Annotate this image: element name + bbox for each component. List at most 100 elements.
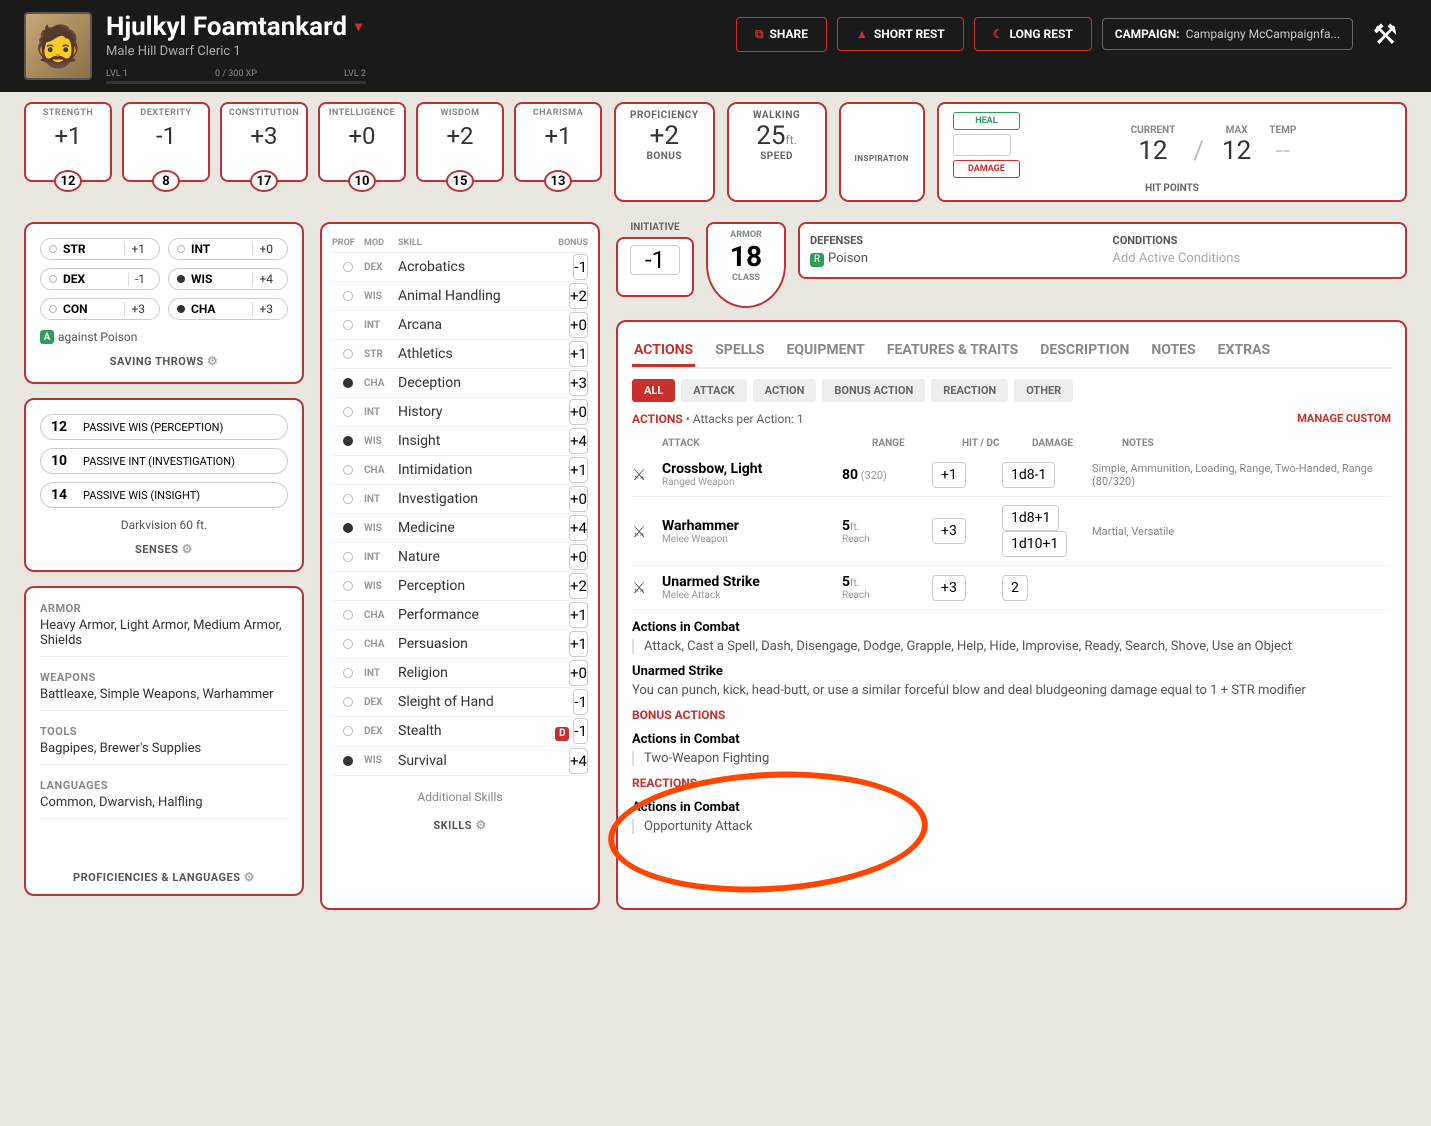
save-wis[interactable]: WIS+4 [168, 268, 288, 290]
proficiencies-panel: ARMORHeavy Armor, Light Armor, Medium Ar… [24, 586, 304, 896]
save-str[interactable]: STR+1 [40, 238, 160, 260]
moon-icon: ☾ [993, 27, 1004, 41]
main-panel: ACTIONS SPELLS EQUIPMENT FEATURES & TRAITS D… [616, 320, 1407, 910]
character-avatar[interactable]: 🧔 [24, 12, 92, 80]
ability-strength[interactable]: STRENGTH+112 [24, 102, 112, 182]
tab-description[interactable]: DESCRIPTION [1038, 336, 1131, 367]
weapon-icon: ⚔ [632, 465, 662, 484]
attack-row[interactable]: ⚔WarhammerMelee Weapon5ft.Reach+31d8+1 1… [632, 497, 1391, 566]
tab-notes[interactable]: NOTES [1149, 336, 1197, 367]
speed-box[interactable]: WALKING 25ft. SPEED [727, 102, 827, 202]
hp-input[interactable] [953, 134, 1011, 156]
tab-actions[interactable]: ACTIONS [632, 336, 695, 367]
ability-wisdom[interactable]: WISDOM+215 [416, 102, 504, 182]
hp-temp[interactable]: -- [1269, 136, 1296, 166]
subtab-all[interactable]: ALL [632, 379, 675, 402]
skill-investigation[interactable]: INTInvestigation+0 [332, 485, 588, 514]
short-rest-button[interactable]: ▲SHORT REST [837, 17, 964, 51]
defense-poison[interactable]: RPoison [810, 251, 1093, 267]
skill-survival[interactable]: WISSurvival+4 [332, 747, 588, 776]
long-rest-button[interactable]: ☾LONG REST [974, 17, 1092, 51]
reaction-opportunity[interactable]: Opportunity Attack [632, 819, 1391, 834]
subtab-bonus-action[interactable]: BONUS ACTION [822, 379, 925, 402]
prof-weapons: WEAPONSBattleaxe, Simple Weapons, Warham… [40, 671, 288, 711]
tab-extras[interactable]: EXTRAS [1216, 336, 1272, 367]
hit-button[interactable]: +3 [932, 518, 966, 544]
tab-features-traits[interactable]: FEATURES & TRAITS [885, 336, 1020, 367]
senses-panel: 12PASSIVE WIS (PERCEPTION) 10PASSIVE INT … [24, 398, 304, 572]
attack-row[interactable]: ⚔Crossbow, LightRanged Weapon80 (320)+11… [632, 453, 1391, 497]
ability-constitution[interactable]: CONSTITUTION+317 [220, 102, 308, 182]
tab-equipment[interactable]: EQUIPMENT [784, 336, 866, 367]
hp-current[interactable]: 12 [1131, 136, 1176, 166]
skill-medicine[interactable]: WISMedicine+4 [332, 514, 588, 543]
gear-icon[interactable]: ⚙ [207, 354, 218, 368]
gear-icon[interactable]: ⚙ [244, 870, 255, 884]
skill-athletics[interactable]: STRAthletics+1 [332, 340, 588, 369]
ability-intelligence[interactable]: INTELLIGENCE+010 [318, 102, 406, 182]
disadvantage-icon: D [555, 727, 569, 741]
chevron-down-icon[interactable]: ▾ [355, 19, 362, 35]
skill-insight[interactable]: WISInsight+4 [332, 427, 588, 456]
save-dex[interactable]: DEX-1 [40, 268, 160, 290]
manage-custom[interactable]: MANAGE CUSTOM [1297, 412, 1391, 425]
skill-acrobatics[interactable]: DEXAcrobatics-1 [332, 253, 588, 282]
prof-tools: TOOLSBagpipes, Brewer's Supplies [40, 725, 288, 765]
share-button[interactable]: ⧉SHARE [736, 17, 827, 52]
ability-charisma[interactable]: CHARISMA+113 [514, 102, 602, 182]
sense-row: 12PASSIVE WIS (PERCEPTION) [40, 414, 288, 440]
skill-nature[interactable]: INTNature+0 [332, 543, 588, 572]
weapon-icon: ⚔ [632, 578, 662, 597]
anvil-icon[interactable]: ⚒ [1363, 12, 1407, 56]
add-conditions[interactable]: Add Active Conditions [1113, 251, 1396, 266]
armor-class[interactable]: ARMOR 18 CLASS [706, 222, 786, 308]
header-bar: 🧔 Hjulkyl Foamtankard▾ Male Hill Dwarf C… [0, 0, 1431, 92]
ability-dexterity[interactable]: DEXTERITY-18 [122, 102, 210, 182]
tab-spells[interactable]: SPELLS [713, 336, 766, 367]
skill-history[interactable]: INTHistory+0 [332, 398, 588, 427]
gear-icon[interactable]: ⚙ [475, 818, 486, 832]
character-name[interactable]: Hjulkyl Foamtankard▾ [106, 12, 362, 42]
share-icon: ⧉ [755, 27, 764, 42]
heal-button[interactable]: HEAL [953, 112, 1020, 130]
save-con[interactable]: CON+3 [40, 298, 160, 320]
subtab-other[interactable]: OTHER [1014, 379, 1073, 402]
damage-button[interactable]: DAMAGE [953, 160, 1020, 178]
skill-religion[interactable]: INTReligion+0 [332, 659, 588, 688]
skill-persuasion[interactable]: CHAPersuasion+1 [332, 630, 588, 659]
inspiration-box[interactable]: INSPIRATION [839, 102, 925, 202]
hit-button[interactable]: +3 [932, 575, 966, 601]
campaign-selector[interactable]: CAMPAIGN:Campaigny McCampaignfa... [1102, 18, 1353, 50]
subtab-reaction[interactable]: REACTION [931, 379, 1008, 402]
prof-armor: ARMORHeavy Armor, Light Armor, Medium Ar… [40, 602, 288, 657]
skill-deception[interactable]: CHADeception+3 [332, 369, 588, 398]
skill-perception[interactable]: WISPerception+2 [332, 572, 588, 601]
bonus-action-twf[interactable]: Two-Weapon Fighting [632, 751, 1391, 766]
character-subtitle: Male Hill Dwarf Cleric 1 [106, 44, 362, 59]
additional-skills[interactable]: Additional Skills [332, 790, 588, 804]
sense-row: 10PASSIVE INT (INVESTIGATION) [40, 448, 288, 474]
skill-animal-handling[interactable]: WISAnimal Handling+2 [332, 282, 588, 311]
save-int[interactable]: INT+0 [168, 238, 288, 260]
defenses-conditions: DEFENSES RPoison CONDITIONS Add Active C… [798, 222, 1407, 279]
hit-button[interactable]: +1 [932, 462, 966, 488]
skill-stealth[interactable]: DEXStealthD-1 [332, 717, 588, 747]
skill-performance[interactable]: CHAPerformance+1 [332, 601, 588, 630]
save-cha[interactable]: CHA+3 [168, 298, 288, 320]
hp-max: 12 [1222, 136, 1251, 166]
resistance-icon: R [810, 253, 824, 267]
subtab-attack[interactable]: ATTACK [681, 379, 746, 402]
skill-intimidation[interactable]: CHAIntimidation+1 [332, 456, 588, 485]
gear-icon[interactable]: ⚙ [182, 542, 193, 556]
save-advantage-note: Aagainst Poison [40, 330, 288, 344]
prof-languages: LANGUAGESCommon, Dwarvish, Halfling [40, 779, 288, 819]
weapon-icon: ⚔ [632, 522, 662, 541]
attack-row[interactable]: ⚔Unarmed StrikeMelee Attack5ft.Reach+32 [632, 566, 1391, 610]
subtab-action[interactable]: ACTION [753, 379, 817, 402]
initiative-box[interactable]: -1 [616, 237, 694, 297]
proficiency-bonus[interactable]: PROFICIENCY +2 BONUS [614, 102, 715, 202]
actions-in-combat[interactable]: Attack, Cast a Spell, Dash, Disengage, D… [632, 639, 1391, 654]
hp-box: HEAL DAMAGE CURRENT12 / MAX12 TEMP-- HIT… [937, 102, 1407, 202]
skill-arcana[interactable]: INTArcana+0 [332, 311, 588, 340]
skill-sleight-of-hand[interactable]: DEXSleight of Hand-1 [332, 688, 588, 717]
